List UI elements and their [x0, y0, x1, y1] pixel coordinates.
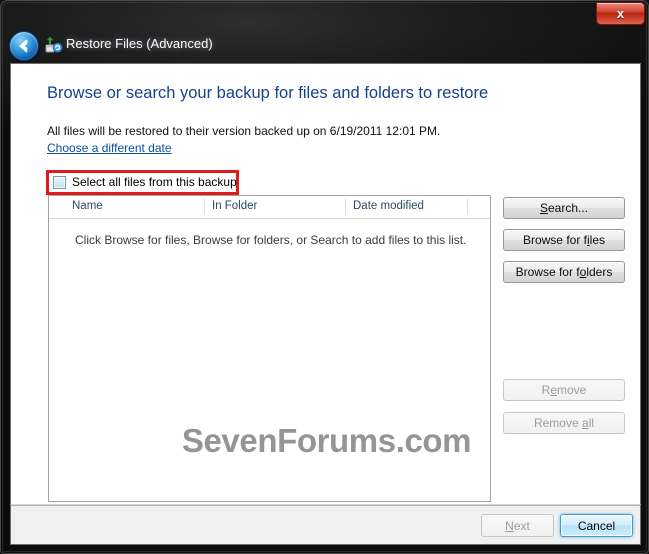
close-button[interactable]: x	[596, 2, 645, 25]
restore-info-text: All files will be restored to their vers…	[47, 124, 441, 138]
column-divider-2[interactable]	[345, 199, 346, 215]
search-button[interactable]: Search...	[503, 197, 625, 219]
search-button-label: Search...	[539, 201, 589, 215]
next-button: Next	[481, 514, 554, 537]
restore-files-icon	[45, 36, 63, 54]
browse-for-files-button[interactable]: Browse for files	[503, 229, 625, 251]
file-list-header: Name In Folder Date modified	[49, 196, 490, 219]
select-all-files-checkbox[interactable]	[53, 175, 66, 189]
back-arrow-icon	[19, 39, 28, 53]
remove-all-button: Remove all	[503, 412, 625, 434]
title-bar: x Restore Files (Advanced)	[1, 1, 649, 63]
select-all-files-row[interactable]: Select all files from this backup	[53, 175, 237, 189]
content-area: Browse or search your backup for files a…	[10, 63, 641, 504]
next-button-label: Next	[505, 518, 530, 533]
browse-for-files-button-label: Browse for files	[522, 233, 606, 247]
dialog-footer: Next Cancel	[10, 504, 641, 545]
column-header-date-modified[interactable]: Date modified	[353, 200, 424, 212]
column-header-in-folder[interactable]: In Folder	[212, 200, 257, 212]
remove-button: Remove	[503, 379, 625, 401]
back-button[interactable]	[9, 31, 39, 61]
file-list[interactable]: Name In Folder Date modified Click Brows…	[48, 195, 491, 502]
cancel-button[interactable]: Cancel	[560, 514, 633, 537]
cancel-button-label: Cancel	[577, 518, 616, 533]
browse-for-folders-button[interactable]: Browse for folders	[503, 261, 625, 283]
column-divider-1[interactable]	[204, 199, 205, 215]
file-list-empty-message: Click Browse for files, Browse for folde…	[75, 233, 467, 247]
select-all-files-label: Select all files from this backup	[72, 175, 237, 189]
column-header-name[interactable]: Name	[72, 200, 103, 212]
page-title: Browse or search your backup for files a…	[47, 84, 489, 102]
window-title: Restore Files (Advanced)	[66, 36, 213, 51]
choose-different-date-link[interactable]: Choose a different date	[47, 141, 172, 155]
remove-button-label: Remove	[541, 383, 587, 397]
browse-for-folders-button-label: Browse for folders	[515, 265, 613, 279]
restore-files-window: x Restore Files (Advanced) Browse or sea…	[0, 0, 649, 554]
remove-all-button-label: Remove all	[533, 416, 595, 430]
footer-divider	[11, 505, 640, 506]
column-divider-3[interactable]	[467, 199, 468, 215]
close-icon: x	[616, 6, 625, 21]
